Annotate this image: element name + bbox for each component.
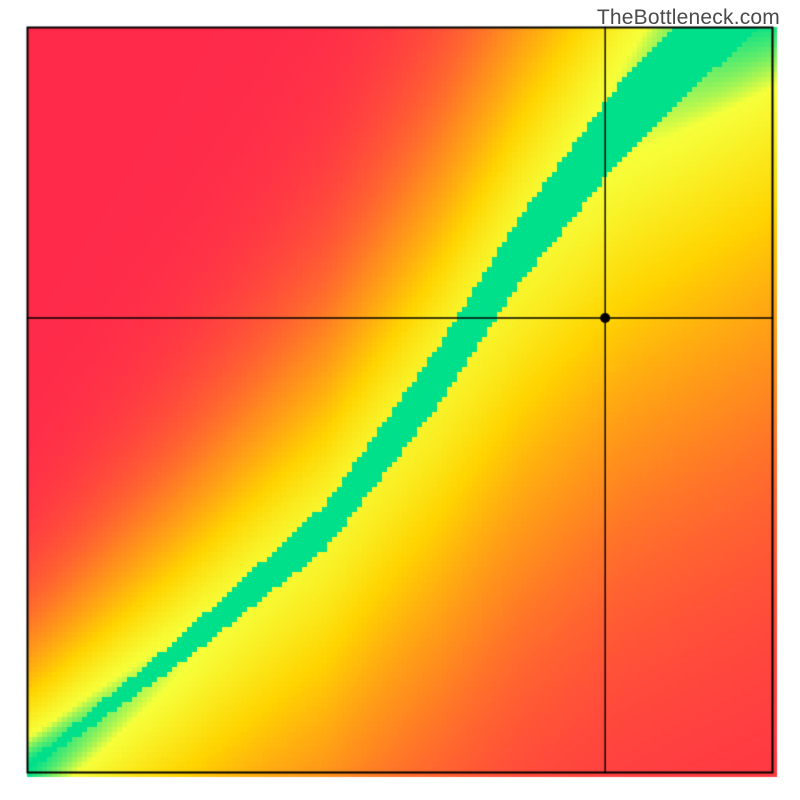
chart-container: TheBottleneck.com — [0, 0, 800, 800]
watermark-text: TheBottleneck.com — [597, 6, 780, 30]
crosshair-overlay — [0, 0, 800, 800]
